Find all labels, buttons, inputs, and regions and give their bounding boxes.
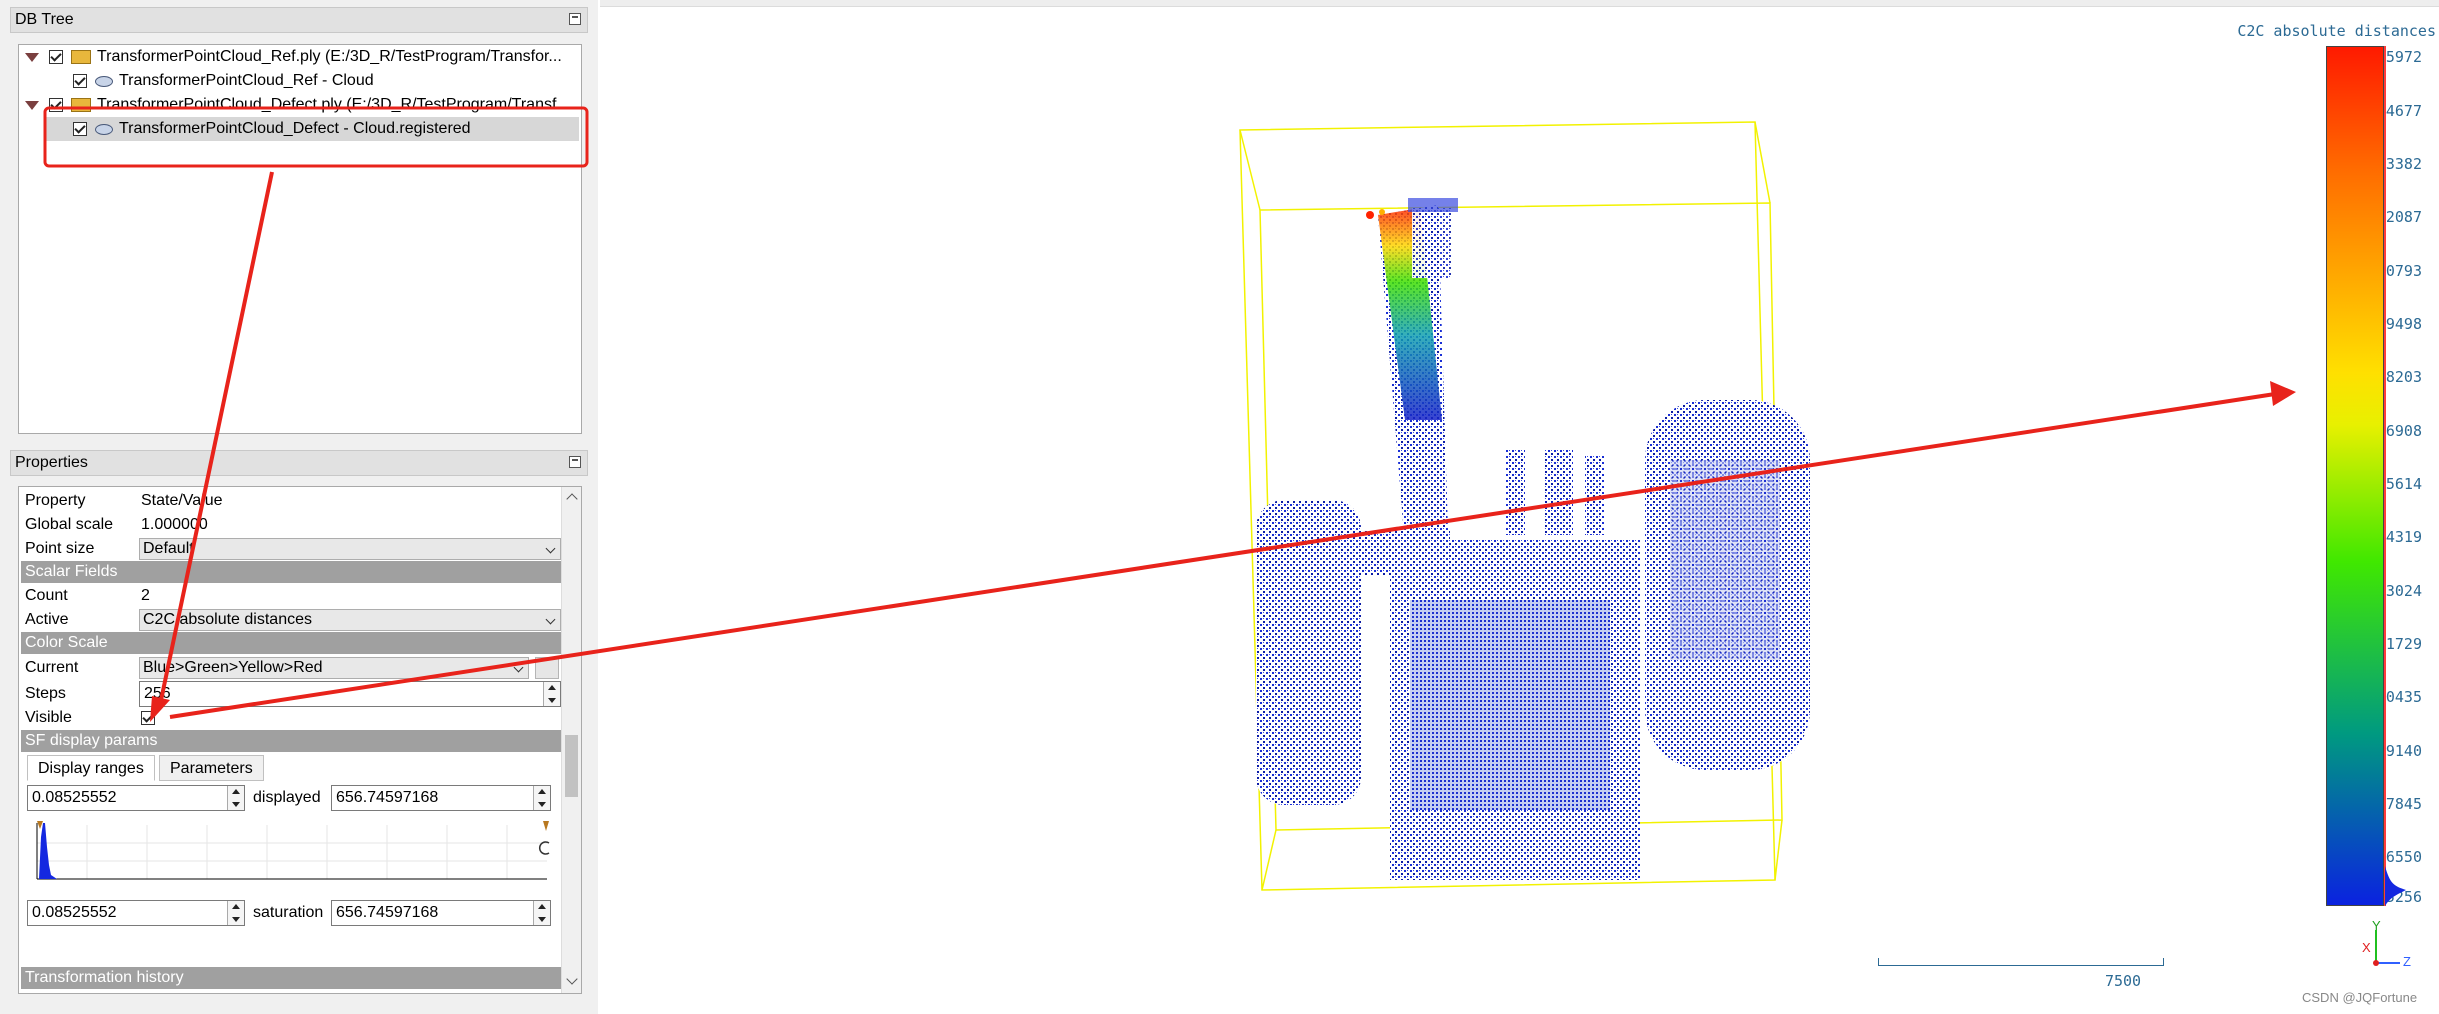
arrow-head-icon	[2270, 381, 2296, 406]
highlight-box	[43, 106, 589, 168]
arrow-line-to-scale	[169, 392, 2276, 719]
color-scale-title-text: C2C absolute distances	[2237, 22, 2436, 40]
color-scale-gradient	[2326, 46, 2384, 906]
annotation-overlay	[43, 106, 2296, 722]
axis-y-label: Y	[2372, 918, 2381, 933]
scale-bar-length: 7500	[2104, 972, 2142, 990]
arrow-line-to-visible	[158, 171, 274, 706]
watermark: CSDN @JQFortune	[2302, 990, 2418, 1005]
sf-distribution-sidebar	[2384, 46, 2406, 906]
axis-x-label: X	[2362, 940, 2371, 955]
color-scale-title: C2C absolute distances	[2216, 22, 2436, 41]
3d-viewport[interactable]: C2C absolute distances 656.745972 615.70…	[43, 0, 2439, 1014]
axis-z-label: Z	[2403, 954, 2411, 969]
arrow-head-icon	[150, 696, 170, 722]
scale-bar-label: 7500	[2078, 972, 2168, 991]
scale-bar	[1878, 958, 2164, 966]
